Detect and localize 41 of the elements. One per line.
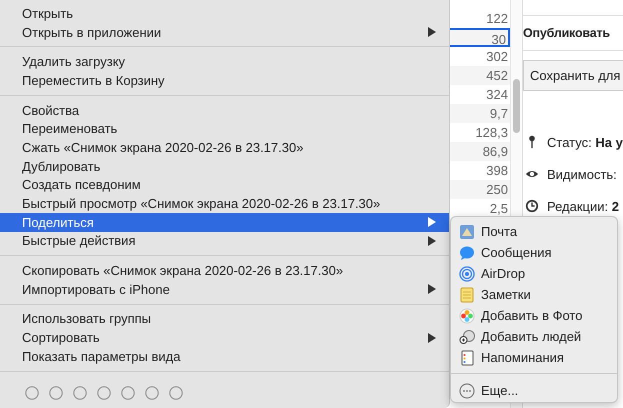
status-text: Статус: На у <box>547 134 623 150</box>
tag-circle-icon[interactable] <box>25 386 39 400</box>
status-text: Видимость: <box>547 166 617 182</box>
submenu-arrow-icon <box>428 284 436 294</box>
menu-item[interactable]: Добавить людей <box>451 326 617 347</box>
menu-item[interactable]: Добавить в Фото <box>451 305 617 326</box>
tag-circle-icon[interactable] <box>49 386 63 400</box>
status-text: Редакции: 2 <box>547 198 619 214</box>
flower-icon <box>459 308 475 324</box>
submenu-arrow-icon <box>428 217 436 228</box>
airdrop-icon <box>459 266 475 282</box>
menu-item[interactable]: Почта <box>451 221 617 242</box>
more-icon <box>459 382 475 398</box>
checklist-icon <box>459 350 475 366</box>
tag-circle-icon[interactable] <box>97 386 111 400</box>
speech-bubble-icon <box>459 244 475 260</box>
menu-item[interactable]: Использовать группы <box>0 310 449 328</box>
submenu-arrow-icon <box>428 236 436 246</box>
submenu-arrow-icon <box>428 332 436 343</box>
clock-icon <box>525 199 539 213</box>
tag-circle-icon[interactable] <box>121 386 135 400</box>
menu-item[interactable]: Импортировать с iPhone <box>0 280 449 299</box>
submenu-arrow-icon <box>428 27 436 38</box>
menu-item[interactable]: Сообщения <box>451 242 617 263</box>
menu-item[interactable]: Заметки <box>451 284 617 305</box>
tag-circle-icon[interactable] <box>145 386 159 400</box>
menu-item[interactable]: Еще... <box>451 380 617 401</box>
menu-item[interactable]: Сортировать <box>0 328 449 347</box>
menu-item[interactable]: Скопировать «Снимок экрана 2020-02-26 в 23.17.30» <box>0 261 449 280</box>
tag-circle-icon[interactable] <box>73 386 87 400</box>
menu-item[interactable]: Поделиться <box>0 212 449 232</box>
menu-item[interactable]: Быстрые действия <box>0 232 449 250</box>
menu-item[interactable]: Напоминания <box>451 347 617 368</box>
person-add-icon <box>459 328 475 344</box>
panel-title: Опубликовать <box>523 15 623 51</box>
menu-item[interactable]: Показать параметры вида <box>0 347 449 366</box>
menu-item[interactable]: AirDrop <box>451 263 617 284</box>
save-button[interactable]: Сохранить для <box>523 60 623 91</box>
scrollbar-thumb[interactable] <box>513 79 520 133</box>
tag-circle-icon[interactable] <box>169 386 183 400</box>
notepad-icon <box>459 286 475 302</box>
